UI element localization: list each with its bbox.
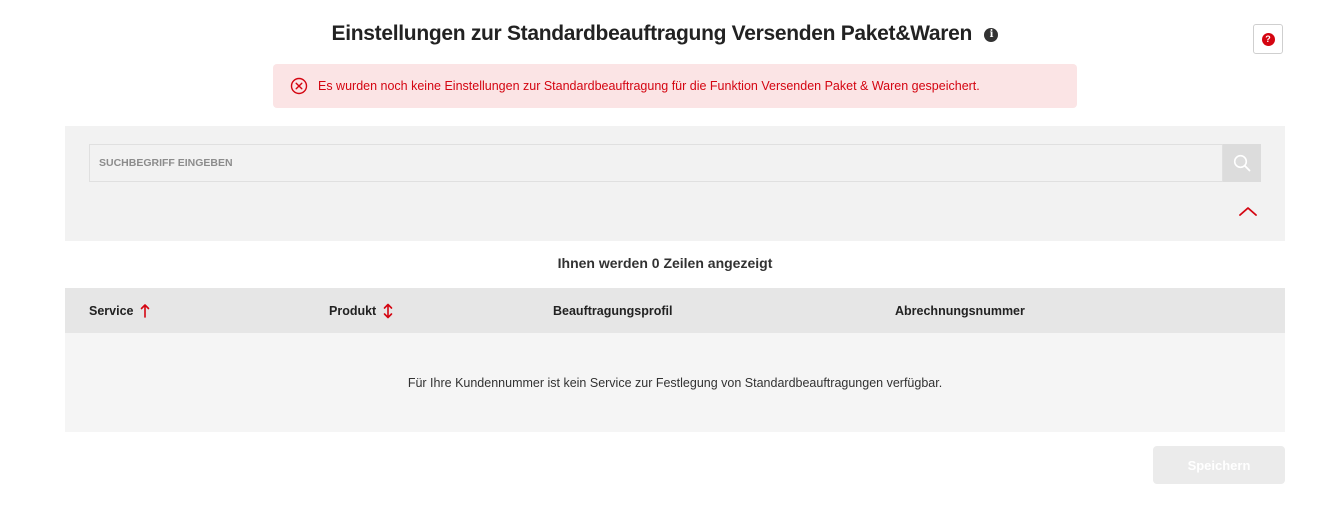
search-input[interactable]	[89, 144, 1223, 182]
collapse-filter-button[interactable]	[1237, 204, 1259, 218]
column-label: Produkt	[329, 303, 377, 318]
help-button[interactable]: ?	[1253, 24, 1283, 54]
column-label: Service	[89, 303, 134, 318]
chevron-up-icon	[1239, 207, 1257, 216]
sort-ascending-icon	[141, 304, 150, 318]
page-title: Einstellungen zur Standardbeauftragung V…	[331, 22, 973, 45]
search-button[interactable]	[1223, 144, 1261, 182]
title-row: Einstellungen zur Standardbeauftragung V…	[0, 22, 1330, 46]
info-icon[interactable]: i	[984, 28, 999, 42]
sort-both-icon	[383, 303, 393, 318]
column-header-beauftragungsprofil: Beauftragungsprofil	[553, 288, 672, 333]
column-header-service[interactable]: Service	[89, 288, 150, 333]
search-icon	[1233, 154, 1251, 172]
column-header-abrechnungsnummer: Abrechnungsnummer	[895, 288, 1025, 333]
alert-message: Es wurden noch keine Einstellungen zur S…	[318, 79, 980, 93]
row-count-text: Ihnen werden 0 Zeilen angezeigt	[557, 255, 773, 271]
column-label: Abrechnungsnummer	[895, 303, 1025, 318]
question-icon: ?	[1261, 32, 1275, 46]
save-button[interactable]: Speichern	[1153, 446, 1285, 484]
table-body: Für Ihre Kundennummer ist kein Service z…	[65, 333, 1285, 432]
search-panel	[65, 126, 1285, 241]
column-header-produkt[interactable]: Produkt	[329, 288, 393, 333]
error-alert: Es wurden noch keine Einstellungen zur S…	[273, 64, 1077, 108]
empty-table-message: Für Ihre Kundennummer ist kein Service z…	[407, 375, 943, 390]
table-header: Service Produkt Beauftragungsprofil Abre…	[65, 288, 1285, 333]
column-label: Beauftragungsprofil	[553, 303, 673, 318]
error-circle-x-icon	[290, 77, 308, 95]
